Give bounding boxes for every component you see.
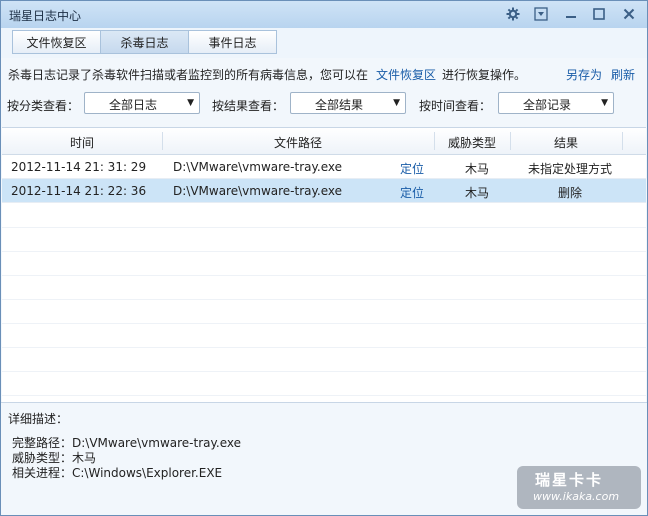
category-select[interactable]: 全部日志 ▼ <box>84 92 200 114</box>
row-time: 2012-11-14 21: 31: 29 <box>11 160 147 174</box>
gear-icon[interactable] <box>503 5 523 23</box>
info-bar: 杀毒日志记录了杀毒软件扫描或者监控到的所有病毒信息，您可以在 文件恢复区 进行恢… <box>1 59 647 87</box>
detail-process: 相关进程：C:\Windows\Explorer.EXE <box>12 466 223 480</box>
category-filter-label: 按分类查看： <box>7 99 80 113</box>
locate-link[interactable]: 定位 <box>400 160 424 177</box>
tab-bar: 文件恢复区 杀毒日志 事件日志 <box>1 28 647 58</box>
result-select[interactable]: 全部结果 ▼ <box>290 92 406 114</box>
info-description: 杀毒日志记录了杀毒软件扫描或者监控到的所有病毒信息，您可以在 <box>8 68 369 82</box>
file-recovery-link[interactable]: 文件恢复区 <box>376 66 436 83</box>
maximize-icon[interactable] <box>589 5 609 23</box>
watermark-url: www.ikaka.com <box>533 490 620 503</box>
column-header-time[interactable]: 时间 <box>2 134 162 151</box>
column-header-result[interactable]: 结果 <box>510 134 622 151</box>
column-header-threat[interactable]: 威胁类型 <box>434 134 510 151</box>
time-select-value: 全部记录 <box>522 98 571 112</box>
tab-scan-log[interactable]: 杀毒日志 <box>100 30 189 54</box>
row-threat: 木马 <box>465 186 490 200</box>
category-select-value: 全部日志 <box>108 98 157 112</box>
locate-link[interactable]: 定位 <box>400 184 424 201</box>
result-filter-label: 按结果查看： <box>212 99 285 113</box>
row-result: 删除 <box>558 186 583 200</box>
minimize-icon[interactable] <box>561 5 581 23</box>
filter-bar: 按分类查看： 全部日志 ▼ 按结果查看： 全部结果 ▼ 按时间查看： 全部记录 … <box>1 89 647 119</box>
detail-heading: 详细描述： <box>8 412 69 426</box>
column-header-path[interactable]: 文件路径 <box>162 134 434 151</box>
row-path: D:\VMware\vmware-tray.exe <box>173 160 342 174</box>
title-bar[interactable]: 瑞星日志中心 <box>1 1 647 28</box>
table-row[interactable]: 2012-11-14 21: 31: 29 D:\VMware\vmware-t… <box>2 155 646 179</box>
refresh-link[interactable]: 刷新 <box>611 66 635 83</box>
window-title: 瑞星日志中心 <box>9 9 82 23</box>
log-center-window: 瑞星日志中心 文件恢复区 杀毒日志 事件日志 杀毒日志记录了杀毒软件扫描或者监控… <box>0 0 648 516</box>
time-select[interactable]: 全部记录 ▼ <box>498 92 614 114</box>
chevron-down-icon: ▼ <box>601 98 608 108</box>
table-row[interactable]: 2012-11-14 21: 22: 36 D:\VMware\vmware-t… <box>2 179 646 203</box>
chevron-down-icon: ▼ <box>187 98 194 108</box>
time-filter-label: 按时间查看： <box>419 99 492 113</box>
log-table: 时间 文件路径 威胁类型 结果 2012-11-14 21: 31: 29 D:… <box>2 127 646 402</box>
info-description-end: 进行恢复操作。 <box>442 68 527 82</box>
watermark-brand: 瑞星卡卡 <box>535 471 604 489</box>
close-icon[interactable] <box>619 5 639 23</box>
row-threat: 木马 <box>465 162 490 176</box>
tab-file-recovery[interactable]: 文件恢复区 <box>12 30 101 54</box>
row-time: 2012-11-14 21: 22: 36 <box>11 184 147 198</box>
result-select-value: 全部结果 <box>314 98 363 112</box>
chevron-down-icon: ▼ <box>393 98 400 108</box>
table-header: 时间 文件路径 威胁类型 结果 <box>2 128 646 155</box>
tab-event-log[interactable]: 事件日志 <box>188 30 277 54</box>
menu-dropdown-icon[interactable] <box>531 5 551 23</box>
row-path: D:\VMware\vmware-tray.exe <box>173 184 342 198</box>
save-as-link[interactable]: 另存为 <box>566 66 602 83</box>
watermark-logo: 瑞星卡卡 www.ikaka.com <box>517 466 641 509</box>
row-result: 未指定处理方式 <box>528 162 613 176</box>
